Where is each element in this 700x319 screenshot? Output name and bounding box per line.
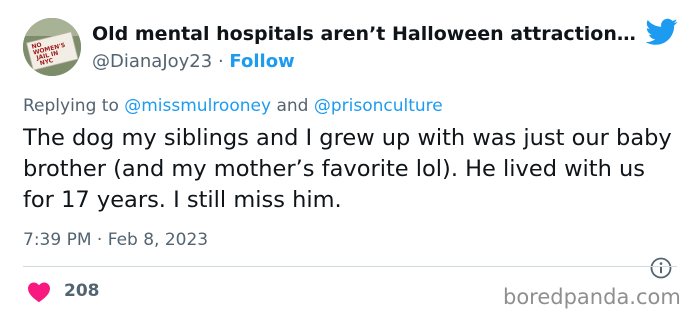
handle-row: @DianaJoy23 · Follow [92,50,295,74]
timestamp-separator: · [96,230,103,250]
avatar-image: NO WOMEN'S JAIL IN NYC [23,18,81,76]
tweet-time: 7:39 PM [23,230,92,250]
mention-link-2[interactable]: @prisonculture [314,96,443,116]
tweet-text: The dog my siblings and I grew up with w… [23,125,672,213]
mention-link-1[interactable]: @missmulrooney [124,96,271,116]
replying-to-label: Replying to [23,96,119,116]
divider [23,266,677,267]
avatar[interactable]: NO WOMEN'S JAIL IN NYC [23,18,81,76]
follow-button[interactable]: Follow [229,51,294,72]
replying-to-joiner: and [276,96,309,116]
separator-dot: · [217,51,224,72]
user-handle[interactable]: @DianaJoy23 [92,51,212,72]
info-icon[interactable] [650,257,672,279]
watermark: boredpanda.com [503,285,681,309]
tweet-date: Feb 8, 2023 [107,230,209,250]
twitter-bird-icon[interactable] [646,18,678,46]
tweet-timestamp[interactable]: 7:39 PM · Feb 8, 2023 [23,229,208,251]
replying-to-line: Replying to @missmulrooney and @prisoncu… [23,95,443,117]
display-name[interactable]: Old mental hospitals aren’t Halloween at… [92,22,637,46]
heart-icon[interactable] [27,281,51,303]
like-count: 208 [64,281,100,301]
